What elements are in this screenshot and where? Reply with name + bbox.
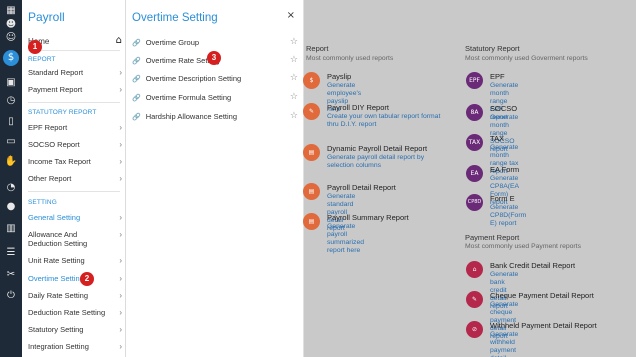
- report-desc[interactable]: Generate CP8D(Form E) report: [490, 204, 526, 228]
- menu-item-epf-report[interactable]: EPF Report ›: [28, 123, 124, 132]
- tools-icon[interactable]: ✂: [3, 268, 19, 282]
- report-heading: Report: [306, 44, 329, 53]
- payroll-icon[interactable]: $: [3, 50, 19, 66]
- report-title[interactable]: Dynamic Payroll Detail Report: [327, 144, 427, 153]
- star-icon[interactable]: ☆: [290, 92, 298, 102]
- menu-item-allowance-deduction-setting[interactable]: Allowance And Deduction Setting ›: [28, 230, 124, 248]
- section-setting: SETTING: [28, 199, 57, 206]
- menu-item-unit-rate-setting[interactable]: Unit Rate Setting ›: [28, 256, 124, 265]
- panel-title: Overtime Setting: [132, 12, 218, 24]
- report-title[interactable]: TAX: [490, 134, 504, 143]
- divider: [28, 102, 120, 103]
- cheque-icon: ✎: [466, 291, 483, 308]
- star-icon[interactable]: ☆: [290, 55, 298, 65]
- report-desc[interactable]: Create your own tabular report format th…: [327, 113, 447, 129]
- menu-item-income-tax-report[interactable]: Income Tax Report ›: [28, 157, 124, 166]
- report-title[interactable]: Payslip: [327, 72, 351, 81]
- withheld-icon: ⊘: [466, 321, 483, 338]
- menu-item-daily-rate-setting[interactable]: Daily Rate Setting ›: [28, 291, 124, 300]
- payroll-menu: Payroll Home ⌂ REPORT Standard Report› P…: [22, 0, 126, 357]
- menu-item-general-setting[interactable]: General Setting ›: [28, 213, 124, 222]
- report-title[interactable]: Payroll DIY Report: [327, 103, 389, 112]
- dashboard-icon[interactable]: ▦: [3, 4, 19, 18]
- star-icon[interactable]: ☆: [290, 73, 298, 83]
- clipboard-icon[interactable]: ▥: [3, 222, 19, 236]
- menu-item-integration-setting[interactable]: Integration Setting ›: [28, 342, 124, 351]
- step-marker-3: 3: [207, 51, 221, 65]
- link-icon: 🔗: [132, 113, 141, 121]
- payment-heading: Payment Report: [465, 233, 520, 242]
- section-report: REPORT: [28, 56, 56, 63]
- socso-icon: 8A: [466, 104, 483, 121]
- panel-item-hardship-allowance-setting[interactable]: 🔗 Hardship Allowance Setting ☆: [132, 111, 300, 121]
- cp8d-icon: CP8D: [466, 194, 483, 211]
- menu-home[interactable]: Home ⌂: [28, 35, 122, 46]
- menu-item-payment-report[interactable]: Payment Report ›: [28, 85, 124, 94]
- report-subheading: Most commonly used reports: [306, 55, 394, 62]
- list-icon[interactable]: ☰: [3, 246, 19, 260]
- icon-rail: ▦ ☻ ☺ $ ▣ ◷ ▯ ▭ ✋ ◔ ● ▥ ☰ ✂ ⏻: [0, 0, 22, 357]
- report-title[interactable]: Payroll Summary Report: [327, 213, 409, 222]
- section-statutory-report: STATUTORY REPORT: [28, 109, 97, 116]
- document-icon: ▤: [303, 183, 320, 200]
- menu-item-overtime-setting[interactable]: Overtime Setting ›: [28, 274, 124, 283]
- tax-icon: TAX: [466, 134, 483, 151]
- report-title[interactable]: Withheld Payment Detail Report: [490, 321, 597, 330]
- report-title[interactable]: EPF: [490, 72, 505, 81]
- star-icon[interactable]: ☆: [290, 37, 298, 47]
- divider: [28, 50, 120, 51]
- epf-icon: EPF: [466, 72, 483, 89]
- close-icon[interactable]: ×: [287, 10, 295, 21]
- report-desc[interactable]: Generate payroll summarized report here: [327, 223, 364, 255]
- tablet-icon[interactable]: ▭: [3, 135, 19, 149]
- calendar-icon[interactable]: ▣: [3, 76, 19, 90]
- document-icon: ▤: [303, 144, 320, 161]
- menu-item-standard-report[interactable]: Standard Report ›: [28, 68, 124, 77]
- menu-item-other-report[interactable]: Other Report ›: [28, 174, 124, 183]
- report-title[interactable]: Cheque Payment Detail Report: [490, 291, 594, 300]
- pencil-icon: ✎: [303, 103, 320, 120]
- star-icon[interactable]: ☆: [290, 111, 298, 121]
- document-icon: ▤: [303, 213, 320, 230]
- menu-item-socso-report[interactable]: SOCSO Report ›: [28, 140, 124, 149]
- report-title[interactable]: EA Form: [490, 165, 519, 174]
- hand-icon[interactable]: ✋: [3, 155, 19, 169]
- report-desc[interactable]: Generate withheld payment detail report: [490, 331, 518, 357]
- menu-title: Payroll: [28, 10, 65, 24]
- payment-subheading: Most commonly used Payment reports: [465, 243, 581, 250]
- report-title[interactable]: Bank Credit Detail Report: [490, 261, 575, 270]
- statutory-heading: Statutory Report: [465, 44, 520, 53]
- statutory-subheading: Most commonly used Goverment reports: [465, 55, 588, 62]
- divider: [28, 191, 120, 192]
- timer-icon[interactable]: ◔: [3, 181, 19, 195]
- panel-item-overtime-formula-setting[interactable]: 🔗 Overtime Formula Setting ☆: [132, 92, 300, 102]
- link-icon: 🔗: [132, 75, 141, 83]
- step-marker-1: 1: [28, 40, 42, 54]
- info-icon[interactable]: ●: [3, 200, 19, 214]
- power-icon[interactable]: ⏻: [3, 289, 19, 303]
- menu-item-statutory-setting[interactable]: Statutory Setting ›: [28, 325, 124, 334]
- document-icon[interactable]: ▯: [3, 115, 19, 129]
- dollar-icon: $: [303, 72, 320, 89]
- step-marker-2: 2: [80, 272, 94, 286]
- bank-icon: ⌂: [466, 261, 483, 278]
- report-title[interactable]: Payroll Detail Report: [327, 183, 396, 192]
- clock-icon[interactable]: ◷: [3, 94, 19, 108]
- link-icon: 🔗: [132, 39, 141, 47]
- home-icon[interactable]: ⌂: [116, 35, 122, 46]
- ea-icon: EA: [466, 165, 483, 182]
- users-icon[interactable]: ☺: [3, 31, 19, 45]
- menu-item-deduction-rate-setting[interactable]: Deduction Rate Setting ›: [28, 308, 124, 317]
- panel-item-overtime-group[interactable]: 🔗 Overtime Group ☆: [132, 37, 300, 47]
- link-icon: 🔗: [132, 94, 141, 102]
- report-desc[interactable]: Generate payroll detail report by select…: [327, 154, 447, 170]
- panel-item-overtime-description-setting[interactable]: 🔗 Overtime Description Setting ☆: [132, 73, 300, 83]
- users-icon[interactable]: ☻: [3, 18, 19, 32]
- link-icon: 🔗: [132, 57, 141, 65]
- report-title[interactable]: SOCSO: [490, 104, 517, 113]
- report-title[interactable]: Form E: [490, 194, 515, 203]
